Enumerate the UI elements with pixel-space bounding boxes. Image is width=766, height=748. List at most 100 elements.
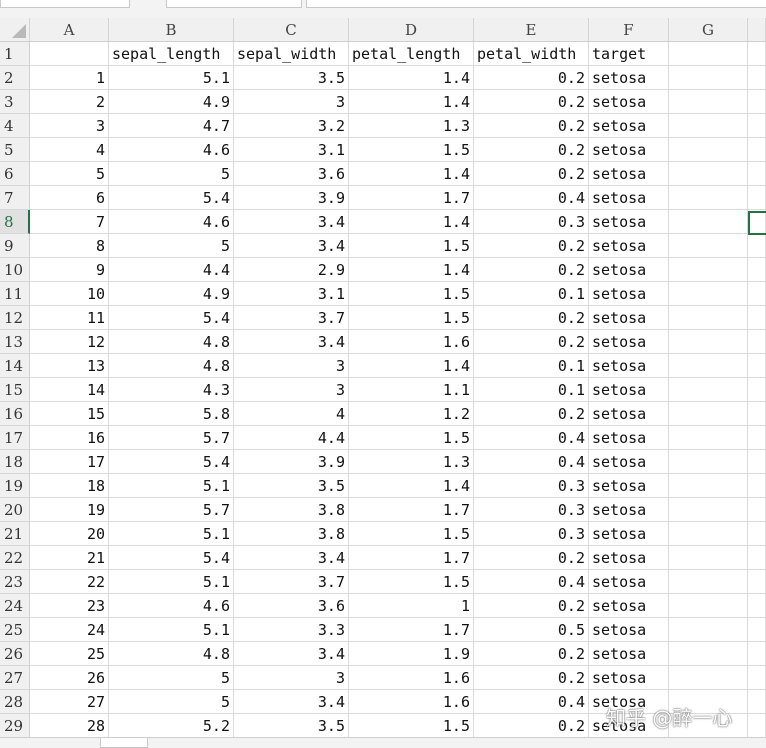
cell[interactable]: 3.5: [234, 66, 349, 90]
cell[interactable]: 3: [234, 90, 349, 114]
cell[interactable]: 14: [30, 378, 109, 402]
cell[interactable]: 0.4: [474, 450, 589, 474]
cell[interactable]: petal_width: [474, 42, 589, 66]
cell[interactable]: [669, 42, 748, 66]
cell[interactable]: 1.4: [349, 90, 474, 114]
cell[interactable]: 5: [109, 162, 234, 186]
cell[interactable]: 3.4: [234, 690, 349, 714]
cell[interactable]: 5.1: [109, 474, 234, 498]
cell[interactable]: 5.2: [109, 714, 234, 738]
cell[interactable]: 3.4: [234, 642, 349, 666]
cell[interactable]: setosa: [589, 450, 669, 474]
row-header-17[interactable]: 17: [0, 426, 30, 450]
cell[interactable]: [748, 474, 766, 498]
cell[interactable]: 5.4: [109, 306, 234, 330]
cell[interactable]: 4.3: [109, 378, 234, 402]
cell[interactable]: [748, 354, 766, 378]
row-header-10[interactable]: 10: [0, 258, 30, 282]
cell[interactable]: 6: [30, 186, 109, 210]
cell[interactable]: 5.1: [109, 522, 234, 546]
cell[interactable]: setosa: [589, 402, 669, 426]
cell[interactable]: 0.2: [474, 138, 589, 162]
cell[interactable]: 3.5: [234, 474, 349, 498]
cell[interactable]: [669, 138, 748, 162]
cell[interactable]: 3.6: [234, 594, 349, 618]
cell[interactable]: 5.7: [109, 498, 234, 522]
cell[interactable]: 21: [30, 546, 109, 570]
cell[interactable]: 4.4: [234, 426, 349, 450]
cell[interactable]: 5.1: [109, 570, 234, 594]
cell[interactable]: setosa: [589, 474, 669, 498]
cell[interactable]: 1.4: [349, 474, 474, 498]
row-header-24[interactable]: 24: [0, 594, 30, 618]
row-header-3[interactable]: 3: [0, 90, 30, 114]
cell[interactable]: [669, 546, 748, 570]
cell[interactable]: 1: [30, 66, 109, 90]
cell[interactable]: 1.5: [349, 714, 474, 738]
cell[interactable]: [748, 594, 766, 618]
cell[interactable]: [748, 618, 766, 642]
cell[interactable]: [748, 42, 766, 66]
column-header-d[interactable]: D: [349, 18, 474, 42]
active-cell-selection[interactable]: [748, 211, 766, 235]
cell[interactable]: [669, 570, 748, 594]
cell[interactable]: 5.1: [109, 618, 234, 642]
cell[interactable]: setosa: [589, 66, 669, 90]
cell[interactable]: 3.3: [234, 618, 349, 642]
cell[interactable]: 4.9: [109, 282, 234, 306]
cell[interactable]: 12: [30, 330, 109, 354]
cell[interactable]: [669, 282, 748, 306]
row-header-13[interactable]: 13: [0, 330, 30, 354]
cell[interactable]: [748, 114, 766, 138]
cell[interactable]: setosa: [589, 570, 669, 594]
row-header-1[interactable]: 1: [0, 42, 30, 66]
cell[interactable]: 0.2: [474, 66, 589, 90]
column-header-b[interactable]: B: [109, 18, 234, 42]
cell[interactable]: 28: [30, 714, 109, 738]
cell[interactable]: 8: [30, 234, 109, 258]
cell[interactable]: setosa: [589, 258, 669, 282]
cell[interactable]: sepal_width: [234, 42, 349, 66]
cell[interactable]: 3: [234, 354, 349, 378]
column-header-g[interactable]: G: [669, 18, 748, 42]
select-all-corner[interactable]: [0, 18, 30, 42]
cell[interactable]: 1: [349, 594, 474, 618]
cell[interactable]: 1.4: [349, 162, 474, 186]
cell[interactable]: 25: [30, 642, 109, 666]
cell[interactable]: [748, 138, 766, 162]
cell[interactable]: [748, 642, 766, 666]
cell[interactable]: 11: [30, 306, 109, 330]
cell[interactable]: 1.5: [349, 522, 474, 546]
cell[interactable]: 0.3: [474, 474, 589, 498]
cell[interactable]: 3.7: [234, 306, 349, 330]
cell[interactable]: [669, 498, 748, 522]
cell[interactable]: 5.1: [109, 66, 234, 90]
cell[interactable]: 0.2: [474, 234, 589, 258]
row-header-6[interactable]: 6: [0, 162, 30, 186]
row-header-15[interactable]: 15: [0, 378, 30, 402]
cell[interactable]: setosa: [589, 546, 669, 570]
cell[interactable]: [748, 450, 766, 474]
cell[interactable]: 0.2: [474, 714, 589, 738]
cell[interactable]: setosa: [589, 162, 669, 186]
cell[interactable]: setosa: [589, 234, 669, 258]
cell[interactable]: 1.5: [349, 426, 474, 450]
cell[interactable]: 3.5: [234, 714, 349, 738]
cell[interactable]: 0.2: [474, 642, 589, 666]
cell[interactable]: 0.2: [474, 330, 589, 354]
cell[interactable]: 3.9: [234, 186, 349, 210]
cell[interactable]: 4.4: [109, 258, 234, 282]
row-header-2[interactable]: 2: [0, 66, 30, 90]
cell[interactable]: 1.3: [349, 450, 474, 474]
cell[interactable]: 5.4: [109, 450, 234, 474]
cell[interactable]: [748, 306, 766, 330]
cell[interactable]: [669, 258, 748, 282]
cell[interactable]: 0.2: [474, 162, 589, 186]
cell[interactable]: [669, 66, 748, 90]
cell[interactable]: 5: [30, 162, 109, 186]
cell[interactable]: [669, 522, 748, 546]
cell[interactable]: 26: [30, 666, 109, 690]
cell[interactable]: [669, 426, 748, 450]
row-header-12[interactable]: 12: [0, 306, 30, 330]
cell[interactable]: 0.4: [474, 690, 589, 714]
